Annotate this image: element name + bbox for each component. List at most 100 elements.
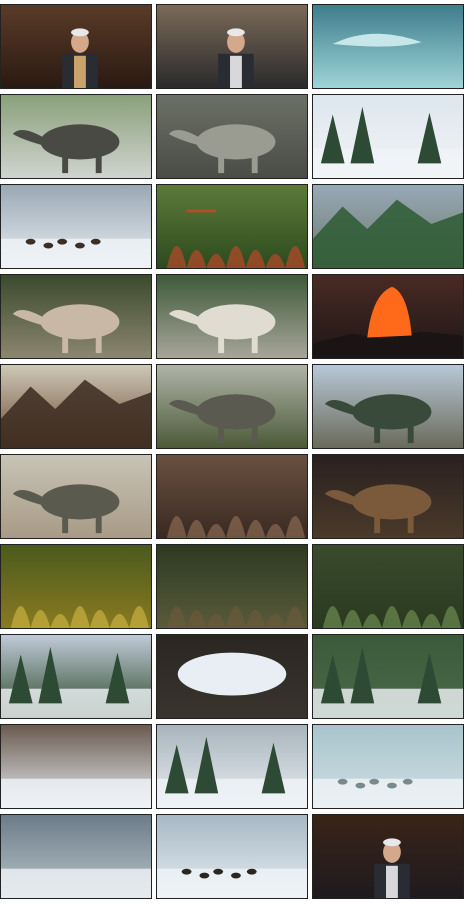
frame-image — [313, 365, 463, 448]
frame-image — [313, 725, 463, 808]
frame-image — [313, 815, 463, 898]
video-frame-snowstorm-plain — [0, 814, 152, 899]
dinosaur-leg — [251, 423, 258, 444]
distant-animal — [25, 238, 36, 245]
video-frame-volcanic-eruption — [312, 274, 464, 359]
video-frame-dinosaur-herd-closeup — [156, 94, 308, 179]
video-frame-misty-redwood-forest — [156, 454, 308, 539]
video-frame-river-valley-mountains — [312, 184, 464, 269]
dinosaur-leg — [218, 153, 225, 174]
video-frame-dinosaur-foot-dark — [312, 454, 464, 539]
video-frame-dense-fern-undergrowth — [312, 544, 464, 629]
video-frame-sauropod-grazing — [156, 364, 308, 449]
distant-animal — [43, 242, 54, 249]
frame-image — [313, 635, 463, 718]
video-frame-bison-like-dinosaur-snow — [0, 724, 152, 809]
video-frame-small-dinosaurs-clearing — [156, 274, 308, 359]
frame-grid — [0, 4, 474, 899]
dinosaur-leg — [407, 423, 414, 444]
presenter-shirt — [386, 865, 398, 898]
presenter-hair — [383, 838, 401, 847]
frame-image — [1, 5, 151, 88]
distant-animal — [90, 238, 101, 245]
video-frame-dinosaurs-feeding-forest — [0, 274, 152, 359]
dragonfly — [186, 209, 217, 213]
presenter-hair — [71, 28, 89, 37]
frame-background — [313, 5, 463, 88]
frame-image — [1, 635, 151, 718]
dinosaur-body — [196, 394, 276, 430]
distant-animal — [57, 238, 68, 245]
video-frame-horned-dinosaur-head — [312, 364, 464, 449]
dinosaur-leg — [374, 423, 381, 444]
frame-image — [157, 5, 307, 88]
video-frame-underwater-marine-reptile — [312, 4, 464, 89]
frame-image — [157, 635, 307, 718]
distant-animal — [213, 868, 224, 875]
frame-image — [157, 95, 307, 178]
dinosaur-body — [40, 484, 120, 520]
video-frame-cave-opening-clouds — [156, 634, 308, 719]
distant-animal — [402, 778, 413, 785]
video-frame-presenter-bookshelf-study — [312, 814, 464, 899]
video-frame-snowfall-green-forest — [312, 634, 464, 719]
frame-image — [313, 545, 463, 628]
snow-ground — [313, 778, 463, 808]
dinosaur-leg — [218, 423, 225, 444]
frame-image — [157, 275, 307, 358]
frame-image — [1, 275, 151, 358]
frame-image — [157, 365, 307, 448]
frame-image — [313, 275, 463, 358]
frame-image — [1, 725, 151, 808]
dinosaur-body — [196, 124, 276, 160]
video-frame-dinosaur-forest-edge — [0, 94, 152, 179]
frame-image — [1, 95, 151, 178]
video-frame-presenter-closeup-museum — [156, 4, 308, 89]
video-frame-presenter-museum-hall — [0, 4, 152, 89]
video-frame-snowy-pine-forest — [312, 94, 464, 179]
dinosaur-body — [352, 394, 432, 430]
frame-image — [313, 5, 463, 88]
distant-animal — [199, 872, 210, 879]
dinosaur-leg — [62, 153, 69, 174]
distant-animal — [231, 872, 241, 879]
dinosaur-leg — [251, 153, 258, 174]
dinosaur-body — [40, 124, 120, 160]
frame-image — [1, 815, 151, 898]
frame-image — [313, 185, 463, 268]
video-frame-hadrosaur-and-raptors — [0, 454, 152, 539]
frame-image — [157, 545, 307, 628]
snow-ground — [1, 778, 151, 808]
frame-image — [313, 95, 463, 178]
frame-image — [157, 185, 307, 268]
dinosaur-leg — [251, 333, 258, 354]
video-frame-dragonfly-on-twig — [156, 184, 308, 269]
video-frame-fern-jungle-creature — [156, 544, 308, 629]
frame-image — [1, 545, 151, 628]
dinosaur-body — [352, 484, 432, 520]
video-frame-herd-crossing-snow — [0, 184, 152, 269]
video-frame-distant-herd-snowfield — [156, 814, 308, 899]
snow-ground — [157, 868, 307, 898]
video-frame-snowy-forest-clearing — [156, 724, 308, 809]
dinosaur-leg — [374, 513, 381, 534]
frame-image — [313, 455, 463, 538]
presenter-hair — [227, 28, 245, 37]
distant-animal — [246, 868, 257, 875]
video-frame-alpine-mountain-range — [0, 634, 152, 719]
frame-image — [1, 185, 151, 268]
distant-animal — [387, 782, 397, 789]
snow-ground — [1, 868, 151, 898]
dinosaur-leg — [95, 153, 102, 174]
distant-animal — [369, 778, 380, 785]
dinosaur-leg — [62, 333, 69, 354]
dinosaur-body — [196, 304, 276, 340]
frame-image — [157, 725, 307, 808]
distant-animal — [355, 782, 366, 789]
frame-image — [1, 455, 151, 538]
snow-ground — [1, 238, 151, 268]
dinosaur-leg — [95, 513, 102, 534]
distant-animal — [181, 868, 192, 875]
video-frame-autumn-leaves-canopy — [0, 544, 152, 629]
distant-animal — [337, 778, 348, 785]
